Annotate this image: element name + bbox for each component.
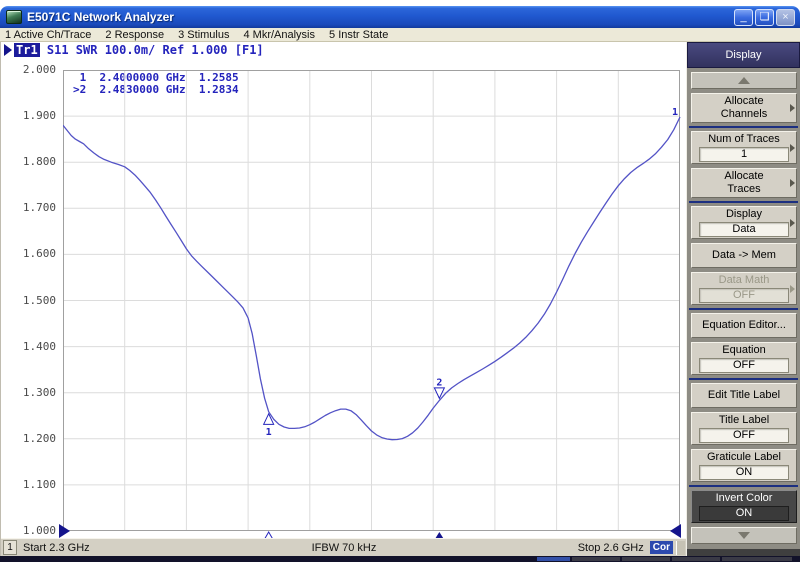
ref-level-pointer-left-icon: [59, 524, 70, 538]
taskbar-item: [537, 557, 570, 561]
swr-chart: 1 2 1: [63, 70, 683, 546]
channel-number-badge: 1: [3, 540, 17, 555]
title-bar: E5071C Network Analyzer _ ❏ ×: [0, 6, 800, 28]
active-trace-indicator-icon: [4, 44, 12, 56]
softkey-value: ON: [699, 506, 789, 521]
chevron-right-icon: [790, 285, 795, 293]
softkey-button-edit-title-label[interactable]: Edit Title Label: [691, 383, 797, 408]
softkey-label: Data Math: [719, 274, 770, 287]
softkey-value: Data: [699, 222, 789, 237]
softkey-value: 1: [699, 147, 789, 162]
softkey-button-allocate-channels[interactable]: Allocate Channels: [691, 93, 797, 123]
softkey-button-num-of-traces[interactable]: Num of Traces1: [691, 131, 797, 164]
marker-2-label: 2: [436, 377, 442, 388]
chevron-right-icon: [790, 144, 795, 152]
menu-item-5-instr-state[interactable]: 5 Instr State: [329, 29, 388, 41]
taskbar-item: [622, 557, 670, 561]
minimize-button[interactable]: _: [734, 9, 753, 26]
marker-1-icon[interactable]: [264, 414, 274, 425]
softkey-label: Title Label: [719, 414, 769, 427]
chevron-right-icon: [790, 179, 795, 187]
softkey-label: Display: [726, 208, 762, 221]
chevron-down-icon: [738, 532, 750, 539]
menu-bar: 1 Active Ch/Trace 2 Response 3 Stimulus 4 M…: [0, 28, 800, 42]
softkey-label: Allocate Channels: [721, 95, 767, 121]
trace-settings-label: S11 SWR 100.0m/ Ref 1.000 [F1]: [40, 43, 264, 57]
chevron-right-icon: [790, 104, 795, 112]
softkey-label: Graticule Label: [707, 451, 781, 464]
softkey-group-separator: [689, 485, 798, 487]
softkey-sidebar: Display Allocate Channels Num of Traces1 Al…: [686, 42, 800, 556]
y-axis-tick-label: 1.700: [1, 201, 56, 214]
chevron-right-icon: [790, 219, 795, 227]
menu-item-1-active-ch-trace[interactable]: 1 Active Ch/Trace: [5, 29, 91, 41]
window-title: E5071C Network Analyzer: [27, 10, 734, 24]
window-controls: _ ❏ ×: [734, 9, 795, 26]
softkey-button-data-math: Data MathOFF: [691, 272, 797, 305]
menu-item-4-mkr-analysis[interactable]: 4 Mkr/Analysis: [243, 29, 315, 41]
taskbar-item: [722, 557, 792, 561]
trace-end-label: 1: [672, 107, 678, 118]
softkey-scroll-down-button[interactable]: [691, 527, 797, 544]
y-axis-tick-label: 1.200: [1, 432, 56, 445]
stop-frequency-label: Stop 2.6 GHz: [578, 542, 644, 554]
softkey-group-separator: [689, 308, 798, 310]
softkey-group-separator: [689, 201, 798, 203]
softkey-label: Data -> Mem: [712, 249, 776, 262]
resize-grip: [676, 541, 685, 555]
softkey-button-equation-editor[interactable]: Equation Editor...: [691, 313, 797, 338]
trace-badge[interactable]: Tr1: [14, 43, 40, 57]
softkey-label: Invert Color: [716, 492, 773, 505]
softkey-scroll-up-button[interactable]: [691, 72, 797, 89]
softkey-label: Equation: [722, 344, 765, 357]
y-axis-tick-label: 1.300: [1, 386, 56, 399]
y-axis-tick-label: 1.400: [1, 340, 56, 353]
softkey-button-invert-color[interactable]: Invert ColorON: [691, 490, 797, 523]
maximize-button[interactable]: ❏: [755, 9, 774, 26]
taskbar-strip: [0, 556, 800, 562]
softkey-label: Num of Traces: [708, 133, 780, 146]
e5071c-screen: E5071C Network Analyzer _ ❏ × 1 Active C…: [0, 0, 800, 567]
close-button[interactable]: ×: [776, 9, 795, 26]
softkey-value: OFF: [699, 428, 789, 443]
y-axis-tick-label: 1.000: [1, 524, 56, 537]
y-axis-tick-label: 1.900: [1, 109, 56, 122]
status-bar: 1 Start 2.3 GHz IFBW 70 kHz Stop 2.6 GHz…: [1, 538, 687, 556]
correction-status-badge: Cor: [650, 541, 673, 554]
softkey-button-data-mem[interactable]: Data -> Mem: [691, 243, 797, 268]
channel-window: Tr1 S11 SWR 100.0m/ Ref 1.000 [F1] 1 2.4…: [0, 42, 686, 556]
softkey-group-separator: [689, 378, 798, 380]
softkey-button-equation[interactable]: EquationOFF: [691, 342, 797, 375]
softkey-label: Allocate Traces: [724, 170, 763, 196]
menu-item-3-stimulus[interactable]: 3 Stimulus: [178, 29, 229, 41]
softkey-button-graticule-label[interactable]: Graticule LabelON: [691, 449, 797, 482]
y-axis-tick-label: 1.600: [1, 247, 56, 260]
chevron-up-icon: [738, 77, 750, 84]
ref-level-pointer-right-icon: [670, 524, 681, 538]
marker-1-label: 1: [266, 427, 272, 438]
softkey-button-display[interactable]: DisplayData: [691, 206, 797, 239]
y-axis-tick-label: 1.800: [1, 155, 56, 168]
taskbar-item: [572, 557, 620, 561]
trace-info-bar: Tr1 S11 SWR 100.0m/ Ref 1.000 [F1]: [4, 43, 264, 57]
softkey-button-title-label[interactable]: Title LabelOFF: [691, 412, 797, 445]
start-frequency-label: Start 2.3 GHz: [23, 542, 90, 554]
y-axis-tick-label: 1.100: [1, 478, 56, 491]
y-axis-tick-label: 1.500: [1, 294, 56, 307]
taskbar-item: [672, 557, 720, 561]
softkey-group-separator: [689, 126, 798, 128]
softkey-label: Edit Title Label: [708, 389, 780, 402]
app-icon: [6, 10, 22, 24]
softkey-empty-area: [687, 549, 800, 556]
menu-item-2-response[interactable]: 2 Response: [105, 29, 164, 41]
softkey-value: OFF: [699, 288, 789, 303]
softkey-value: ON: [699, 465, 789, 480]
y-axis-tick-label: 2.000: [1, 63, 56, 76]
softkey-button-allocate-traces[interactable]: Allocate Traces: [691, 168, 797, 198]
softkey-value: OFF: [699, 358, 789, 373]
softkey-header-display: Display: [687, 42, 800, 68]
softkey-label: Equation Editor...: [702, 319, 786, 332]
